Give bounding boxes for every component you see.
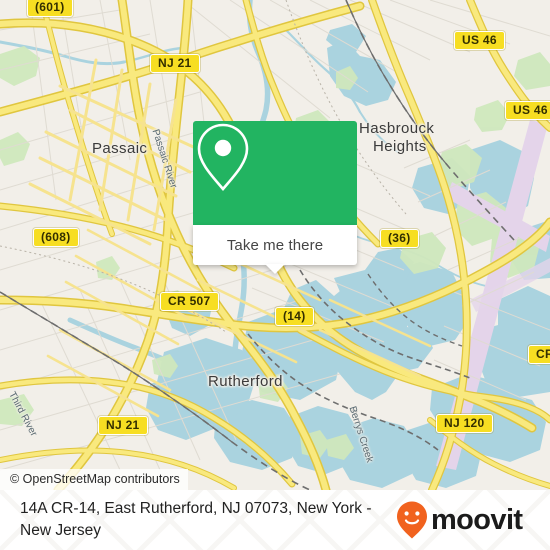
map-canvas[interactable]: Passaic Hasbrouck Heights Rutherford Pas… (0, 0, 550, 490)
route-shield-cr507[interactable]: CR 507 (160, 292, 219, 311)
moovit-smiley-pin-icon (397, 501, 427, 539)
moovit-logo[interactable]: moovit (396, 500, 523, 540)
route-shield-us46-north[interactable]: US 46 (454, 31, 505, 50)
route-shield-cr-clipped[interactable]: CR (528, 345, 550, 364)
route-shield-36[interactable]: (36) (380, 229, 419, 248)
moovit-wordmark: moovit (431, 504, 523, 536)
footer-bar: 14A CR-14, East Rutherford, NJ 07073, Ne… (0, 490, 550, 550)
popup-action-label: Take me there (226, 236, 324, 254)
popup-pointer (265, 264, 285, 274)
popup-action-button[interactable]: Take me there (193, 225, 357, 274)
map-attribution[interactable]: © OpenStreetMap contributors (0, 469, 188, 490)
route-shield-601[interactable]: (601) (27, 0, 73, 17)
map-pin-icon (197, 123, 249, 192)
route-shield-608[interactable]: (608) (33, 228, 79, 247)
popup-header (193, 121, 357, 225)
route-shield-us46-east[interactable]: US 46 (505, 101, 550, 120)
location-popup[interactable]: Take me there (193, 121, 357, 274)
route-shield-nj21-north[interactable]: NJ 21 (150, 54, 200, 73)
route-shield-nj21-south[interactable]: NJ 21 (98, 416, 148, 435)
route-shield-14[interactable]: (14) (275, 307, 314, 326)
route-shield-nj120[interactable]: NJ 120 (436, 414, 493, 433)
map-screenshot: Passaic Hasbrouck Heights Rutherford Pas… (0, 0, 550, 550)
location-address: 14A CR-14, East Rutherford, NJ 07073, Ne… (20, 500, 372, 539)
